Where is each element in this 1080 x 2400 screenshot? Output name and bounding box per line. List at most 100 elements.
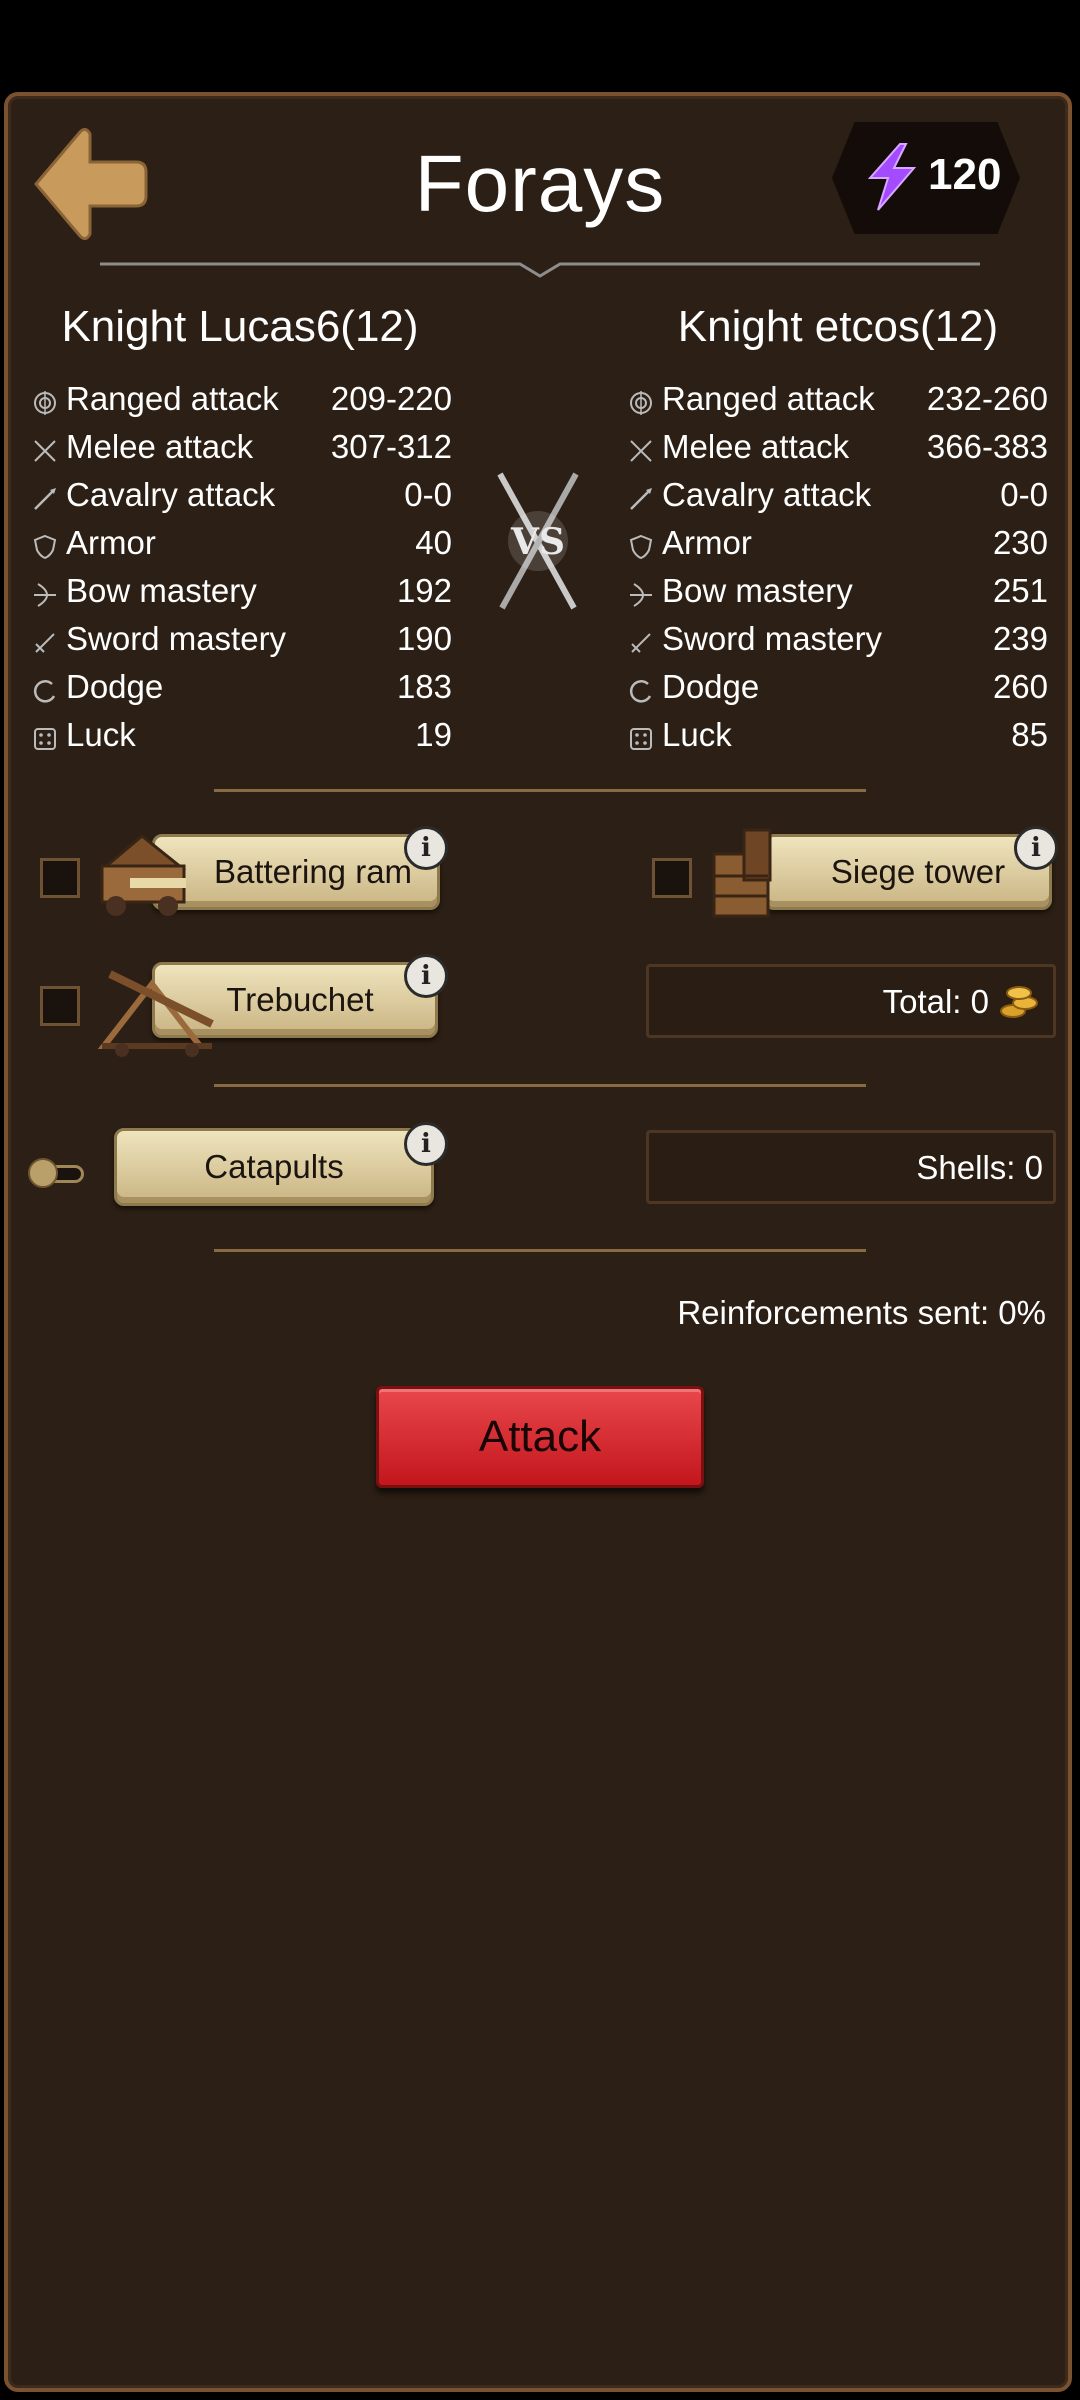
catapults-button[interactable]: Catapults [114, 1128, 434, 1206]
dice-icon [32, 722, 58, 750]
stat-row: Cavalry attack 0-0 [32, 472, 452, 520]
total-panel: Total: 0 [646, 964, 1056, 1038]
battering-ram-checkbox[interactable] [40, 858, 80, 898]
battering-ram-info-button[interactable]: i [404, 826, 448, 870]
section-divider-3 [214, 1249, 866, 1252]
stat-label: Dodge [66, 668, 164, 705]
left-knight-name: Knight Lucas6(12) [61, 302, 419, 351]
trebuchet-label: Trebuchet [226, 981, 374, 1018]
stat-label: Ranged attack [662, 380, 875, 417]
stat-value: 0-0 [1000, 476, 1048, 513]
energy-value: 120 [928, 150, 1002, 199]
stat-label: Cavalry attack [662, 476, 872, 513]
battering-ram-icon [99, 834, 187, 916]
siege-tower-info-button[interactable]: i [1014, 826, 1058, 870]
total-text: Total: 0 [882, 983, 989, 1020]
stat-value: 85 [1011, 716, 1048, 753]
crossed-swords-icon: VS [497, 472, 579, 610]
sword-icon [628, 626, 654, 653]
stat-value: 230 [992, 524, 1048, 561]
catapults-label: Catapults [204, 1148, 344, 1185]
bow-icon [628, 578, 654, 607]
energy-counter[interactable]: 120 [832, 122, 1020, 234]
stat-value: 192 [396, 572, 452, 609]
sword-icon [32, 626, 58, 653]
stat-row: Armor 40 [32, 520, 452, 568]
siege-tower-label: Siege tower [830, 853, 1006, 890]
stat-value: 19 [415, 716, 452, 753]
stat-label: Sword mastery [662, 620, 883, 657]
lance-icon [628, 482, 654, 510]
battering-ram-button[interactable]: Battering ram [152, 834, 440, 910]
stat-label: Melee attack [662, 428, 850, 465]
crossed-swords-icon [628, 434, 654, 462]
lance-icon [32, 482, 58, 510]
shells-text: Shells: 0 [916, 1149, 1043, 1186]
stat-row: Armor 230 [628, 520, 1048, 568]
siege-tower-icon [712, 828, 772, 918]
attack-button[interactable]: Attack [376, 1386, 704, 1488]
stat-row: Sword mastery 239 [628, 616, 1048, 664]
crossed-swords-icon [32, 434, 58, 462]
stat-label: Ranged attack [66, 380, 279, 417]
stat-value: 260 [992, 668, 1048, 705]
section-divider-2 [214, 1084, 866, 1087]
stat-label: Armor [66, 524, 156, 561]
stat-label: Bow mastery [662, 572, 853, 609]
stat-label: Luck [662, 716, 732, 753]
stat-value: 183 [396, 668, 452, 705]
stat-value: 40 [415, 524, 452, 561]
stat-value: 251 [992, 572, 1048, 609]
stat-row: Ranged attack 232-260 [628, 376, 1048, 424]
stat-value: 0-0 [404, 476, 452, 513]
stat-value: 307-312 [330, 428, 452, 465]
stat-label: Sword mastery [66, 620, 287, 657]
catapults-info-button[interactable]: i [404, 1122, 448, 1166]
bow-icon [32, 578, 58, 607]
stat-label: Armor [662, 524, 752, 561]
target-icon [32, 386, 58, 415]
stat-row: Bow mastery 251 [628, 568, 1048, 616]
stat-value: 239 [992, 620, 1048, 657]
shield-icon [32, 530, 58, 560]
stat-row: Sword mastery 190 [32, 616, 452, 664]
trebuchet-icon [97, 970, 214, 1057]
stat-label: Melee attack [66, 428, 254, 465]
stat-label: Cavalry attack [66, 476, 276, 513]
battering-ram-label: Battering ram [213, 853, 413, 890]
vs-emblem: VS [488, 466, 588, 616]
trebuchet-info-button[interactable]: i [404, 954, 448, 998]
siege-tower-button[interactable]: Siege tower [764, 834, 1052, 910]
stat-row: Melee attack 307-312 [32, 424, 452, 472]
attack-label: Attack [478, 1412, 602, 1461]
trebuchet-checkbox[interactable] [40, 986, 80, 1026]
title-divider [100, 262, 980, 278]
stat-row: Melee attack 366-383 [628, 424, 1048, 472]
stat-row: Dodge 183 [32, 664, 452, 712]
stat-value: 366-383 [926, 428, 1048, 465]
catapults-toggle[interactable] [28, 1158, 88, 1188]
stat-value: 190 [396, 620, 452, 657]
stat-row: Luck 19 [32, 712, 452, 760]
dice-icon [628, 722, 654, 750]
dodge-icon [628, 674, 654, 703]
shells-panel: Shells: 0 [646, 1130, 1056, 1204]
stat-row: Bow mastery 192 [32, 568, 452, 616]
right-knight-name: Knight etcos(12) [677, 302, 999, 351]
stat-row: Luck 85 [628, 712, 1048, 760]
gold-coins-icon [1000, 986, 1038, 1018]
target-icon [628, 386, 654, 415]
stat-label: Luck [66, 716, 136, 753]
stat-label: Bow mastery [66, 572, 257, 609]
stat-row: Ranged attack 209-220 [32, 376, 452, 424]
vs-label: VS [510, 521, 565, 563]
lightning-icon [867, 143, 917, 211]
stat-label: Dodge [662, 668, 760, 705]
siege-tower-checkbox[interactable] [652, 858, 692, 898]
reinforcements-text: Reinforcements sent: 0% [677, 1294, 1046, 1331]
stat-value: 209-220 [330, 380, 452, 417]
dodge-icon [32, 674, 58, 703]
stat-row: Cavalry attack 0-0 [628, 472, 1048, 520]
stat-row: Dodge 260 [628, 664, 1048, 712]
stat-value: 232-260 [926, 380, 1048, 417]
